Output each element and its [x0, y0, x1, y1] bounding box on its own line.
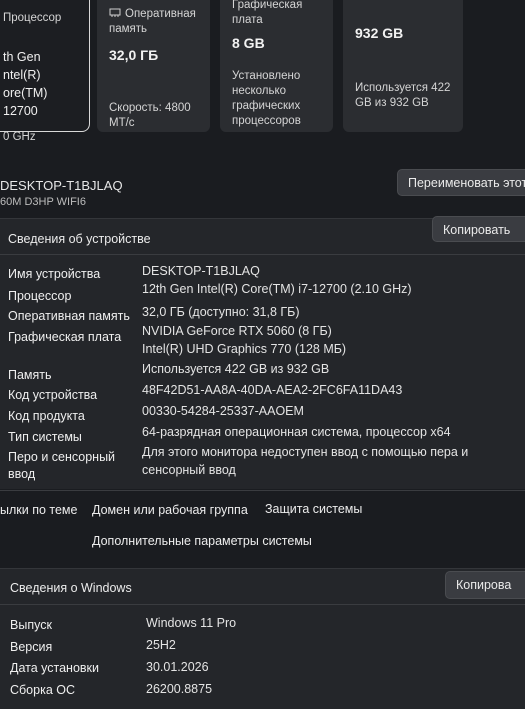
gpu-card-value: 8 GB — [232, 35, 265, 51]
storage-card-value: 932 GB — [355, 25, 404, 41]
spec-value-gpu-1: NVIDIA GeForce RTX 5060 (8 ГБ) — [142, 324, 332, 338]
spec-label-storage: Память — [8, 368, 52, 382]
divider — [0, 604, 525, 605]
spec-value-processor: 12th Gen Intel(R) Core(TM) i7-12700 (2.1… — [142, 282, 412, 296]
ram-card-value: 32,0 ГБ — [109, 47, 159, 63]
ram-card-speed-1: Скорость: 4800 — [109, 102, 191, 114]
win-value-os-build: 26200.8875 — [146, 682, 213, 696]
spec-value-ram: 32,0 ГБ (доступно: 31,8 ГБ) — [142, 305, 300, 319]
spec-label-device-id: Код устройства — [8, 388, 98, 402]
gpu-card[interactable]: Графическая плата 8 GB Установлено неско… — [220, 0, 333, 132]
spec-value-storage: Используется 422 GB из 932 GB — [142, 362, 330, 376]
processor-line-1: th Gen — [3, 50, 41, 64]
windows-specs-title: Сведения о Windows — [10, 581, 132, 595]
spec-value-device-id: 48F42D51-AA8A-40DA-AEA2-2FC6FA11DA43 — [142, 383, 403, 397]
win-label-os-build: Сборка ОС — [10, 683, 76, 697]
spec-value-pen-touch-2: сенсорный ввод — [142, 463, 236, 477]
divider — [0, 490, 525, 491]
spec-label-ram: Оперативная память — [8, 309, 130, 323]
ram-card[interactable]: Оперативная память 32,0 ГБ Скорость: 480… — [97, 0, 210, 132]
spec-value-system-type: 64-разрядная операционная система, проце… — [142, 425, 451, 439]
divider — [0, 254, 525, 255]
spec-label-gpu: Графическая плата — [8, 330, 122, 344]
device-specs-title: Сведения об устройстве — [8, 232, 151, 246]
device-name-heading: DESKTOP-T1BJLAQ — [0, 178, 123, 193]
gpu-card-sub-1: Установлено — [232, 70, 301, 82]
memory-icon — [109, 6, 121, 18]
copy-windows-specs-button[interactable]: Копирова — [445, 571, 525, 599]
storage-card-sub-2: GB из 932 GB — [355, 97, 429, 109]
spec-label-pen-touch-1: Перо и сенсорный — [8, 450, 116, 464]
gpu-card-sub-2: несколько — [232, 85, 287, 97]
win-value-install-date: 30.01.2026 — [146, 660, 209, 674]
ram-card-speed-2: МТ/с — [109, 117, 135, 129]
device-model: 60M D3HP WIFI6 — [0, 196, 86, 208]
processor-speed: 0 GHz — [3, 131, 36, 143]
gpu-card-label-1: Графическая — [232, 0, 303, 11]
ram-card-label-2: память — [109, 23, 148, 35]
processor-card-label: Процессор — [3, 12, 62, 24]
system-protection-link[interactable]: Защита системы — [265, 502, 362, 516]
spec-label-pen-touch: Перо и сенсорный ввод — [8, 449, 115, 483]
gpu-card-sub-4: процессоров — [232, 115, 301, 127]
spec-value-product-id: 00330-54284-25337-AAOEM — [142, 404, 304, 418]
storage-card[interactable]: 932 GB Используется 422 GB из 932 GB — [343, 0, 463, 132]
win-label-install-date: Дата установки — [10, 661, 99, 675]
ram-card-label-1: Оперативная — [125, 8, 196, 20]
copy-device-specs-button[interactable]: Копировать — [432, 216, 525, 242]
win-label-version: Версия — [10, 640, 53, 654]
processor-line-3: ore(TM) — [3, 86, 48, 100]
spec-label-device-name: Имя устройства — [8, 267, 101, 281]
processor-line-2: ntel(R) — [3, 68, 41, 82]
advanced-system-settings-link[interactable]: Дополнительные параметры системы — [92, 534, 312, 548]
processor-card[interactable]: Процессор th Gen ntel(R) ore(TM) 12700 0… — [0, 0, 90, 143]
spec-value-pen-touch-1: Для этого монитора недоступен ввод с пом… — [142, 445, 469, 459]
spec-label-processor: Процессор — [8, 289, 72, 303]
gpu-card-sub-3: графических — [232, 100, 301, 112]
spec-value-gpu-2: Intel(R) UHD Graphics 770 (128 МБ) — [142, 342, 347, 356]
related-links-label: ылки по теме — [0, 503, 78, 517]
rename-pc-button[interactable]: Переименовать этот — [397, 169, 525, 196]
spec-label-product-id: Код продукта — [8, 409, 85, 423]
win-label-edition: Выпуск — [10, 618, 52, 632]
spec-label-system-type: Тип системы — [8, 430, 82, 444]
spec-label-pen-touch-2: ввод — [8, 467, 36, 481]
processor-line-4: 12700 — [3, 104, 38, 118]
win-value-version: 25H2 — [146, 638, 176, 652]
win-value-edition: Windows 11 Pro — [146, 616, 237, 630]
spec-value-device-name: DESKTOP-T1BJLAQ — [142, 264, 260, 278]
gpu-card-label-2: плата — [232, 14, 263, 26]
storage-card-sub-1: Используется 422 — [355, 82, 451, 94]
domain-workgroup-link[interactable]: Домен или рабочая группа — [92, 503, 248, 517]
